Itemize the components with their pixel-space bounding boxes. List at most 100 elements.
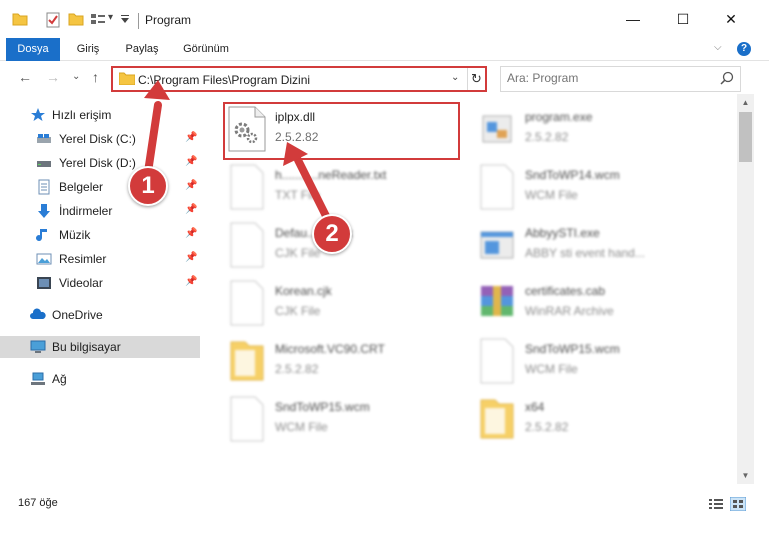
file-item-txt[interactable]: h...........neReader.txt TXT File bbox=[227, 160, 477, 216]
details-view-icon[interactable] bbox=[708, 497, 724, 511]
cloud-icon bbox=[30, 308, 46, 319]
sidebar-item-label: Videolar bbox=[59, 276, 103, 290]
address-dropdown-icon[interactable]: ⌄ bbox=[451, 72, 459, 83]
maximize-button[interactable]: ☐ bbox=[660, 0, 706, 38]
pin-icon[interactable]: 📌 bbox=[185, 204, 197, 215]
scroll-down-icon[interactable]: ▼ bbox=[737, 467, 754, 484]
sidebar-item-label: Resimler bbox=[59, 252, 107, 266]
sidebar-item-documents[interactable]: Belgeler 📌 bbox=[0, 176, 200, 198]
sidebar-item-local-disk-c[interactable]: Yerel Disk (C:) 📌 bbox=[0, 128, 200, 150]
navigation-pane: Hızlı erişim Yerel Disk (C:) 📌 Yerel Dis… bbox=[0, 94, 205, 484]
pin-icon[interactable]: 📌 bbox=[185, 156, 197, 167]
sidebar-item-label: Müzik bbox=[59, 228, 91, 242]
folder-icon bbox=[230, 341, 264, 381]
up-button[interactable]: ↑ bbox=[92, 69, 99, 85]
sidebar-item-onedrive[interactable]: OneDrive bbox=[0, 304, 200, 326]
ribbon-collapse-icon[interactable]: ⌵ bbox=[714, 42, 722, 53]
folder-icon bbox=[480, 399, 514, 439]
file-name: SndToWP15.wcm bbox=[275, 400, 370, 414]
back-button[interactable]: ← bbox=[18, 69, 32, 85]
customize-dropdown-icon[interactable] bbox=[120, 14, 130, 24]
exe-icon bbox=[482, 115, 512, 143]
forward-button[interactable]: → bbox=[46, 69, 60, 85]
sidebar-item-local-disk-d[interactable]: Yerel Disk (D:) 📌 bbox=[0, 152, 200, 174]
address-bar[interactable]: C:\Program Files\Program Dizini ⌄ ↻ bbox=[111, 66, 487, 92]
sidebar-item-this-pc[interactable]: Bu bilgisayar bbox=[0, 336, 200, 358]
file-type: WinRAR Archive bbox=[525, 304, 614, 318]
sidebar-item-network[interactable]: Ağ bbox=[0, 368, 200, 390]
file-item-korean-cjk[interactable]: Korean.cjk CJK File bbox=[227, 276, 477, 332]
sidebar-item-quick-access[interactable]: Hızlı erişim bbox=[0, 104, 200, 126]
view-dropdown-icon[interactable]: ▾ bbox=[108, 12, 113, 23]
new-folder-icon[interactable] bbox=[68, 12, 84, 26]
tab-home[interactable]: Giriş bbox=[66, 38, 110, 61]
file-icon bbox=[230, 222, 264, 268]
file-name: SndToWP15.wcm bbox=[525, 342, 620, 356]
pictures-icon bbox=[36, 253, 52, 265]
search-input[interactable] bbox=[507, 71, 707, 85]
file-item-sndtowp14[interactable]: SndToWP14.wcm WCM File bbox=[477, 160, 727, 216]
address-path[interactable]: C:\Program Files\Program Dizini bbox=[138, 73, 310, 87]
sidebar-item-videos[interactable]: Videolar 📌 bbox=[0, 272, 200, 294]
file-type: WCM File bbox=[525, 188, 578, 202]
download-icon bbox=[38, 204, 50, 218]
search-box[interactable] bbox=[500, 66, 741, 92]
pin-icon[interactable]: 📌 bbox=[185, 180, 197, 191]
large-icons-view-icon[interactable] bbox=[730, 497, 746, 511]
file-item-sndtowp15-2[interactable]: SndToWP15.wcm WCM File bbox=[227, 392, 477, 448]
sidebar-item-label: Ağ bbox=[52, 372, 67, 386]
file-type: WCM File bbox=[525, 362, 578, 376]
sidebar-item-downloads[interactable]: İndirmeler 📌 bbox=[0, 200, 200, 222]
folder-icon[interactable] bbox=[12, 12, 28, 26]
file-name: SndToWP14.wcm bbox=[525, 168, 620, 182]
file-type: CJK File bbox=[275, 246, 321, 260]
file-item-x64[interactable]: x64 2.5.2.82 bbox=[477, 392, 727, 448]
pin-icon[interactable]: 📌 bbox=[185, 132, 197, 143]
status-bar: 167 öğe bbox=[0, 484, 769, 533]
file-item-microsoft-vc90-crt[interactable]: Microsoft.VC90.CRT 2.5.2.82 bbox=[227, 334, 477, 390]
documents-icon bbox=[38, 179, 50, 195]
vertical-scrollbar[interactable]: ▲ ▼ bbox=[737, 94, 754, 484]
tab-file[interactable]: Dosya bbox=[6, 38, 60, 61]
file-name: program.exe bbox=[525, 110, 593, 124]
file-name: Microsoft.VC90.CRT bbox=[275, 342, 385, 356]
checkmark-properties-icon[interactable] bbox=[46, 12, 60, 28]
star-icon bbox=[31, 108, 45, 121]
minimize-button[interactable]: — bbox=[610, 0, 656, 38]
sidebar-item-music[interactable]: Müzik 📌 bbox=[0, 224, 200, 246]
pin-icon[interactable]: 📌 bbox=[185, 276, 197, 287]
window-title: Program bbox=[145, 13, 192, 27]
file-item-certificates-cab[interactable]: certificates.cab WinRAR Archive bbox=[477, 276, 727, 332]
pin-icon[interactable]: 📌 bbox=[185, 228, 197, 239]
file-type: TXT File bbox=[275, 188, 321, 202]
tab-share[interactable]: Paylaş bbox=[116, 38, 168, 61]
file-item-program-exe[interactable]: program.exe 2.5.2.82 bbox=[477, 102, 727, 158]
file-version: 2.5.2.82 bbox=[525, 130, 569, 144]
sidebar-item-pictures[interactable]: Resimler 📌 bbox=[0, 248, 200, 270]
file-item-sndtowp15[interactable]: SndToWP15.wcm WCM File bbox=[477, 334, 727, 390]
recent-locations-button[interactable]: ⌄ bbox=[72, 71, 80, 82]
search-icon[interactable] bbox=[720, 71, 734, 85]
refresh-icon[interactable]: ↻ bbox=[467, 68, 485, 90]
network-icon bbox=[31, 372, 45, 385]
file-version: 2.5.2.82 bbox=[525, 420, 569, 434]
address-folder-icon bbox=[119, 72, 135, 85]
file-item-abbyysti-exe[interactable]: AbbyySTI.exe ABBY sti event hand... bbox=[477, 218, 727, 274]
exe-window-icon bbox=[480, 231, 514, 259]
sidebar-item-label: Yerel Disk (D:) bbox=[59, 156, 136, 170]
scroll-thumb[interactable] bbox=[739, 112, 752, 162]
help-icon[interactable]: ? bbox=[737, 42, 751, 56]
file-name: certificates.cab bbox=[525, 284, 606, 298]
file-type: ABBY sti event hand... bbox=[525, 246, 645, 260]
drive-icon bbox=[37, 161, 51, 167]
scroll-up-icon[interactable]: ▲ bbox=[737, 94, 754, 111]
tab-view[interactable]: Görünüm bbox=[174, 38, 238, 61]
sidebar-item-label: Hızlı erişim bbox=[52, 108, 112, 122]
file-item-default-cjk[interactable]: Defau...........jk CJK File bbox=[227, 218, 477, 274]
music-icon bbox=[36, 229, 47, 242]
close-button[interactable]: ✕ bbox=[708, 0, 754, 38]
title-bar: ▾ Program — ☐ ✕ bbox=[0, 0, 769, 38]
pin-icon[interactable]: 📌 bbox=[185, 252, 197, 263]
sidebar-item-label: OneDrive bbox=[52, 308, 103, 322]
view-options-icon[interactable] bbox=[90, 12, 106, 26]
